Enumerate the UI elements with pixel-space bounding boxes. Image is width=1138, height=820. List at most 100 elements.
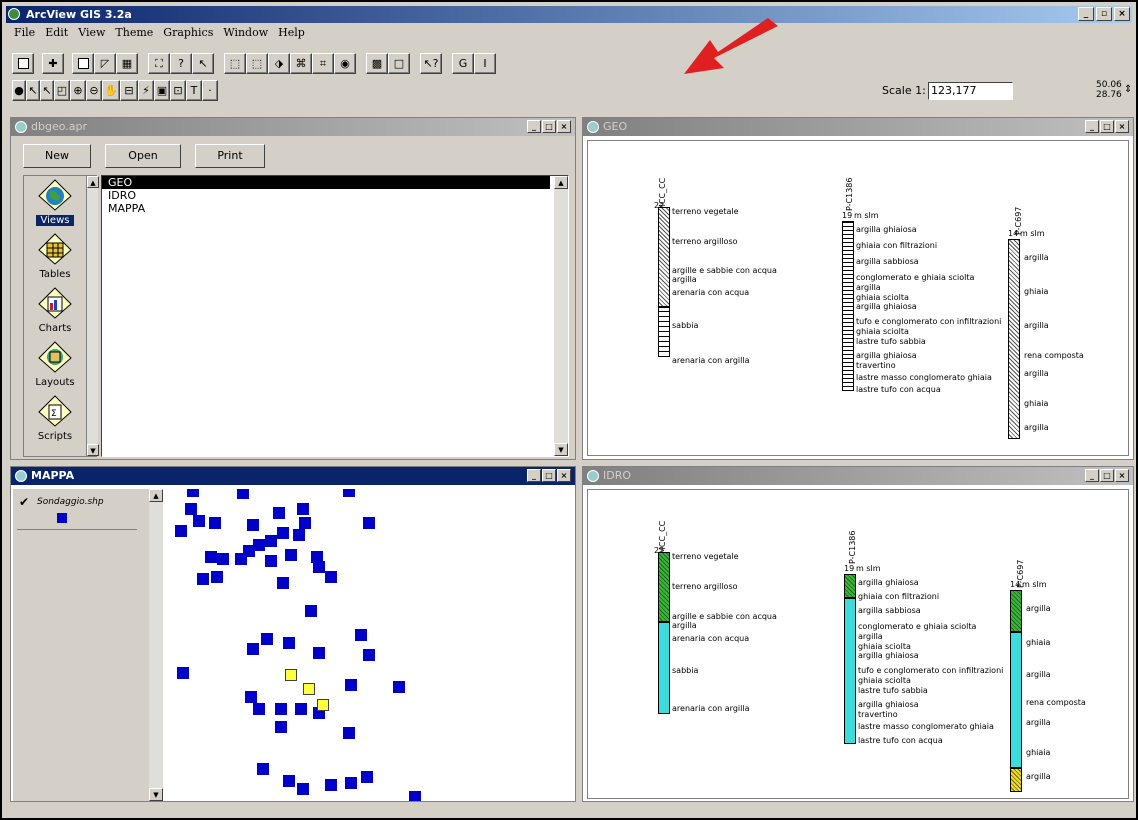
- layout-button[interactable]: □: [388, 53, 410, 74]
- open-button[interactable]: Open: [105, 144, 181, 168]
- category-charts[interactable]: Charts: [30, 286, 80, 338]
- map-point[interactable]: [325, 571, 337, 583]
- theme-properties-button[interactable]: [72, 53, 94, 74]
- hotlink-tool-button[interactable]: ⚡: [138, 80, 154, 101]
- label-tool-button[interactable]: ⊡: [170, 80, 186, 101]
- scroll-up-icon[interactable]: ▲: [149, 489, 163, 502]
- select-feature-tool-button[interactable]: ◰: [54, 80, 70, 101]
- selected-map-point[interactable]: [285, 669, 297, 681]
- map-point[interactable]: [265, 535, 277, 547]
- map-point[interactable]: [273, 507, 285, 519]
- add-theme-button[interactable]: ✚: [42, 53, 64, 74]
- close-icon[interactable]: ×: [1115, 469, 1129, 482]
- minimize-icon[interactable]: _: [527, 469, 541, 482]
- map-point[interactable]: [275, 721, 287, 733]
- pointer-tool-button[interactable]: ↖: [26, 80, 40, 101]
- map-point[interactable]: [177, 667, 189, 679]
- vertex-edit-tool-button[interactable]: ↖: [40, 80, 54, 101]
- area-of-interest-tool-button[interactable]: ▣: [154, 80, 170, 101]
- map-point[interactable]: [193, 515, 205, 527]
- list-scrollbar[interactable]: ▲ ▼: [554, 176, 568, 456]
- map-point[interactable]: [275, 703, 287, 715]
- map-point[interactable]: [235, 553, 247, 565]
- map-point[interactable]: [265, 555, 277, 567]
- map-point[interactable]: [343, 727, 355, 739]
- map-point[interactable]: [297, 783, 309, 795]
- selected-map-point[interactable]: [303, 683, 315, 695]
- find-button[interactable]: ⛶: [148, 53, 170, 74]
- mappa-map-display[interactable]: [165, 489, 573, 801]
- query-builder-button[interactable]: ↖: [192, 53, 214, 74]
- list-item-geo[interactable]: GEO: [102, 176, 550, 189]
- category-scripts[interactable]: Σ Scripts: [30, 394, 80, 446]
- map-point[interactable]: [343, 489, 355, 497]
- identify-tool-button[interactable]: ●: [12, 80, 26, 101]
- edit-legend-button[interactable]: ◸: [94, 53, 116, 74]
- selected-map-point[interactable]: [317, 699, 329, 711]
- close-icon[interactable]: ×: [557, 120, 571, 133]
- map-point[interactable]: [283, 775, 295, 787]
- map-point[interactable]: [409, 791, 421, 801]
- save-button[interactable]: [12, 53, 34, 74]
- close-icon[interactable]: ×: [1115, 120, 1129, 133]
- minimize-icon[interactable]: _: [1078, 7, 1094, 21]
- category-views[interactable]: Views: [30, 178, 80, 230]
- map-point[interactable]: [285, 549, 297, 561]
- scroll-down-icon[interactable]: ▼: [554, 443, 568, 456]
- restore-icon[interactable]: ▫: [1096, 7, 1112, 21]
- map-point[interactable]: [295, 703, 307, 715]
- list-item-idro[interactable]: IDRO: [102, 189, 568, 202]
- close-icon[interactable]: ×: [1114, 7, 1130, 21]
- menu-graphics[interactable]: Graphics: [159, 24, 219, 42]
- map-point[interactable]: [293, 529, 305, 541]
- map-point[interactable]: [175, 525, 187, 537]
- map-point[interactable]: [277, 527, 289, 539]
- help-button[interactable]: ↖?: [420, 53, 442, 74]
- scroll-up-icon[interactable]: ▲: [87, 176, 99, 188]
- select-none-button[interactable]: ▩: [366, 53, 388, 74]
- scroll-down-icon[interactable]: ▼: [87, 444, 99, 456]
- zoom-selected-button[interactable]: ⬗: [268, 53, 290, 74]
- new-button[interactable]: New: [23, 144, 91, 168]
- zoom-active-button[interactable]: ⬚: [246, 53, 268, 74]
- map-point[interactable]: [187, 489, 199, 497]
- zoom-out-button[interactable]: ⌗: [312, 53, 334, 74]
- map-point[interactable]: [217, 553, 229, 565]
- map-point[interactable]: [277, 577, 289, 589]
- map-point[interactable]: [283, 637, 295, 649]
- category-layouts[interactable]: Layouts: [30, 340, 80, 392]
- map-point[interactable]: [313, 561, 325, 573]
- map-point[interactable]: [363, 649, 375, 661]
- map-point[interactable]: [297, 503, 309, 515]
- scroll-down-icon[interactable]: ▼: [149, 788, 163, 801]
- maximize-icon[interactable]: □: [1100, 469, 1114, 482]
- close-icon[interactable]: ×: [557, 469, 571, 482]
- scale-input[interactable]: 123,177: [928, 82, 1013, 100]
- menu-help[interactable]: Help: [274, 24, 311, 42]
- map-point[interactable]: [245, 691, 257, 703]
- theme-name[interactable]: Sondaggio.shp: [37, 497, 104, 507]
- idro-map-display[interactable]: MCC_CC 22 terreno vegetale terreno argil…: [587, 489, 1129, 799]
- category-tables[interactable]: Tables: [30, 232, 80, 284]
- map-point[interactable]: [185, 503, 197, 515]
- map-point[interactable]: [313, 647, 325, 659]
- map-point[interactable]: [345, 777, 357, 789]
- scroll-up-icon[interactable]: ▲: [554, 176, 568, 189]
- map-point[interactable]: [257, 763, 269, 775]
- menu-window[interactable]: Window: [219, 24, 274, 42]
- g-button[interactable]: G: [452, 53, 474, 74]
- map-point[interactable]: [247, 519, 259, 531]
- open-table-button[interactable]: ▦: [116, 53, 138, 74]
- maximize-icon[interactable]: □: [542, 120, 556, 133]
- text-tool-button[interactable]: T: [186, 80, 202, 101]
- zoom-previous-button[interactable]: ◉: [334, 53, 356, 74]
- minimize-icon[interactable]: _: [1085, 469, 1099, 482]
- draw-point-tool-button[interactable]: ·: [202, 80, 218, 101]
- locate-button[interactable]: ?: [170, 53, 192, 74]
- menu-file[interactable]: File: [10, 24, 41, 42]
- menu-view[interactable]: View: [74, 24, 111, 42]
- pan-tool-button[interactable]: ✋: [102, 80, 120, 101]
- minimize-icon[interactable]: _: [1085, 120, 1099, 133]
- i-button[interactable]: I: [474, 53, 496, 74]
- map-point[interactable]: [305, 605, 317, 617]
